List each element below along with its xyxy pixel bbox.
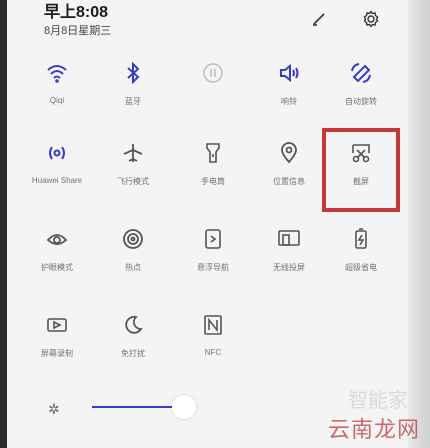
- tile-do-not-disturb[interactable]: 免打扰: [98, 312, 168, 384]
- tile-label: 自动旋转: [345, 97, 377, 106]
- tile-hotspot[interactable]: 热点: [98, 226, 168, 298]
- eye-icon: [44, 226, 70, 252]
- record-icon: [44, 312, 70, 338]
- tile-label: 热点: [125, 263, 141, 272]
- tile-power-saving[interactable]: 超级省电: [326, 226, 396, 298]
- airplane-icon: [120, 140, 146, 166]
- status-date: 8月8日星期三: [44, 25, 112, 37]
- tile-label: 位置信息: [273, 177, 305, 186]
- tile-label: 悬浮导航: [197, 263, 229, 272]
- wifi-icon: [44, 60, 70, 86]
- rotate-icon: [348, 60, 374, 86]
- tile-label: 免打扰: [121, 349, 145, 358]
- cast-icon: [276, 226, 302, 252]
- gear-icon[interactable]: [360, 8, 382, 30]
- nfc-icon: [200, 312, 226, 338]
- screenshot-highlight-box: [322, 128, 400, 212]
- watermark: 云南龙网: [327, 417, 420, 442]
- hotspot-icon: [120, 226, 146, 252]
- tile-label: 无线投屏: [273, 263, 305, 272]
- tile-label: Huawei Share: [31, 176, 83, 185]
- phone-bezel-left: [0, 0, 7, 448]
- tile-label: 响铃: [281, 97, 297, 106]
- tile-huawei-share[interactable]: Huawei Share: [22, 140, 92, 212]
- tile-screen-record[interactable]: 屏幕录制: [22, 312, 92, 384]
- brightness-slider-track[interactable]: [92, 406, 176, 408]
- tile-flashlight[interactable]: 手电筒: [178, 140, 248, 212]
- tile-sound[interactable]: 响铃: [254, 60, 324, 132]
- tile-toggle[interactable]: [178, 60, 248, 132]
- tile-label: 飞行模式: [117, 177, 149, 186]
- brightness-slider-thumb[interactable]: [172, 395, 196, 419]
- watermark-faint: 智能家: [348, 390, 408, 412]
- toggle-icon: [200, 60, 226, 86]
- tile-label: 屏幕录制: [41, 349, 73, 358]
- bluetooth-icon: [120, 60, 146, 86]
- tile-nfc[interactable]: NFC: [178, 312, 248, 384]
- tile-wireless-cast[interactable]: 无线投屏: [254, 226, 324, 298]
- tile-label: 手电筒: [201, 177, 225, 186]
- status-time: 早上8:08: [44, 4, 109, 21]
- tile-label: Qiqi: [49, 96, 65, 105]
- flashlight-icon: [200, 140, 226, 166]
- sound-icon: [276, 60, 302, 86]
- brightness-icon: ✲: [48, 401, 60, 417]
- tile-label: NFC: [204, 348, 222, 357]
- tile-label: 护眼模式: [41, 263, 73, 272]
- tile-label: 蓝牙: [125, 97, 141, 106]
- tile-wifi[interactable]: Qiqi: [22, 60, 92, 132]
- tile-eye-comfort[interactable]: 护眼模式: [22, 226, 92, 298]
- tile-floating-nav[interactable]: 悬浮导航: [178, 226, 248, 298]
- phone-bezel-right: [408, 0, 430, 448]
- share-icon: [44, 140, 70, 166]
- tile-rotate[interactable]: 自动旋转: [326, 60, 396, 132]
- location-icon: [276, 140, 302, 166]
- tile-bluetooth[interactable]: 蓝牙: [98, 60, 168, 132]
- nav-icon: [200, 226, 226, 252]
- tile-location[interactable]: 位置信息: [254, 140, 324, 212]
- tile-airplane[interactable]: 飞行模式: [98, 140, 168, 212]
- battery-icon: [348, 226, 374, 252]
- pencil-icon[interactable]: [308, 8, 330, 30]
- moon-icon: [120, 312, 146, 338]
- tile-label: 超级省电: [345, 263, 377, 272]
